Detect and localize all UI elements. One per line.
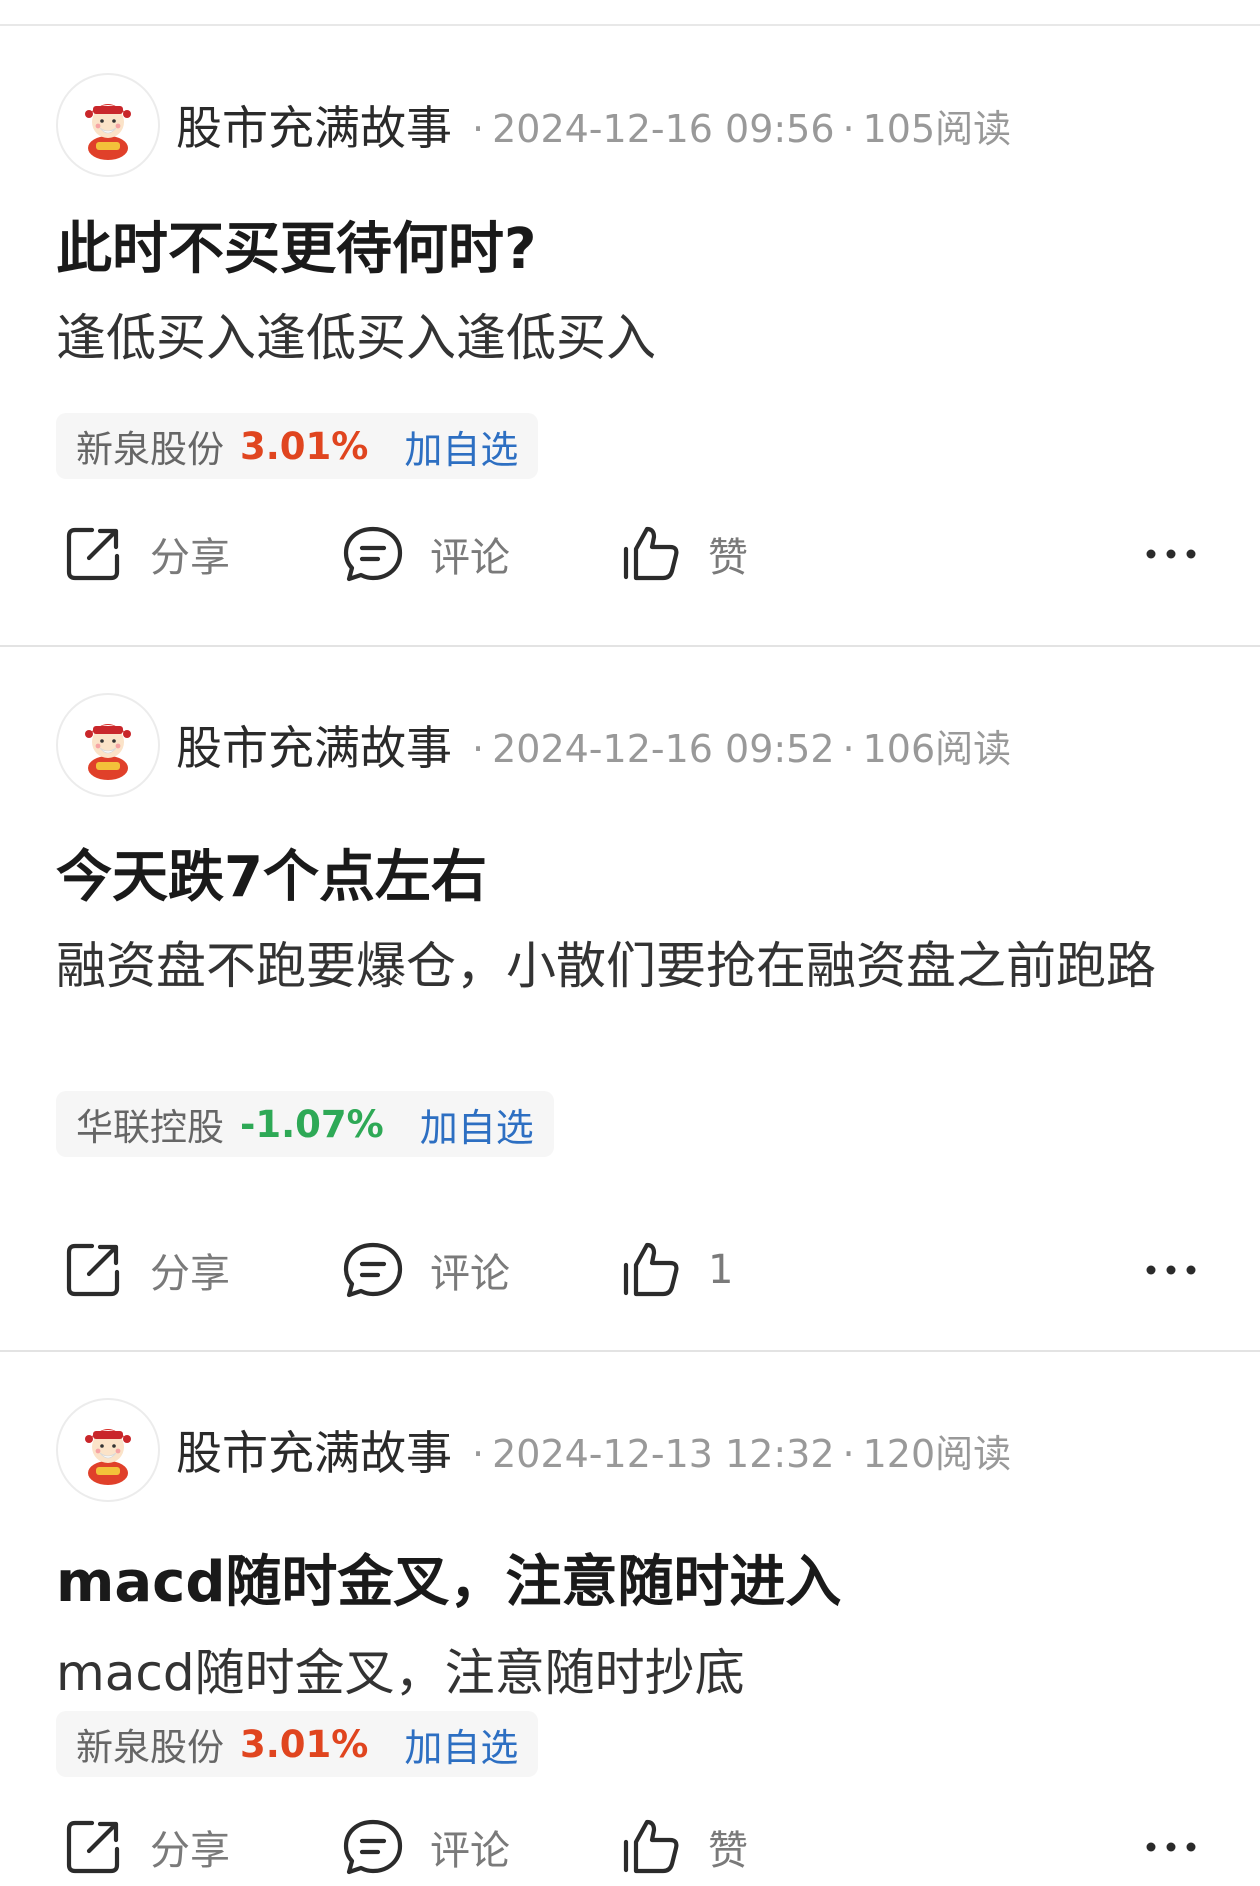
fortune-god-avatar-icon (85, 104, 131, 160)
more-options-button[interactable] (1136, 1230, 1206, 1310)
like-button[interactable]: 1 (618, 1230, 733, 1310)
thumbs-up-icon (623, 526, 679, 581)
post-title[interactable]: macd随时金叉，注意随时进入 (56, 1537, 841, 1618)
add-to-watchlist-button[interactable]: 加自选 (404, 1717, 518, 1772)
post-body[interactable]: 逢低买入逢低买入逢低买入 (56, 296, 1206, 380)
post-meta: · 2024-12-13 12:32 · 120阅读 (472, 1431, 1012, 1476)
share-out-icon (66, 1243, 120, 1297)
comment-button[interactable]: 评论 (340, 1807, 510, 1886)
share-button[interactable]: 分享 (60, 1807, 230, 1886)
comment-label: 评论 (430, 1251, 510, 1297)
author-name[interactable]: 股市充满故事 (176, 712, 452, 778)
comment-bubble-icon (343, 526, 403, 582)
more-options-button[interactable] (1136, 514, 1206, 594)
share-label: 分享 (150, 1828, 230, 1874)
like-label: 赞 (708, 535, 748, 581)
stock-change: 3.01% (240, 424, 369, 468)
author-row: 股市充满故事 · 2024-12-16 09:56 · 105阅读 (56, 73, 1011, 177)
comment-bubble-icon (343, 1242, 403, 1298)
post-timestamp: 2024-12-13 12:32 (492, 1431, 835, 1476)
stock-name[interactable]: 新泉股份 (76, 419, 224, 473)
fortune-god-avatar-icon (85, 1429, 131, 1485)
thumbs-up-icon (623, 1819, 679, 1874)
like-label: 1 (708, 1247, 734, 1293)
read-count: 105阅读 (862, 106, 1012, 151)
post-timestamp: 2024-12-16 09:56 (492, 106, 835, 151)
share-button[interactable]: 分享 (60, 514, 230, 594)
author-name[interactable]: 股市充满故事 (176, 1417, 452, 1483)
author-row: 股市充满故事 · 2024-12-16 09:52 · 106阅读 (56, 693, 1011, 797)
post-meta: · 2024-12-16 09:52 · 106阅读 (472, 726, 1012, 771)
add-to-watchlist-button[interactable]: 加自选 (404, 419, 518, 474)
comment-label: 评论 (430, 535, 510, 581)
stock-chip[interactable]: 新泉股份 3.01% 加自选 (56, 1711, 539, 1777)
author-avatar[interactable] (56, 1398, 160, 1502)
author-name[interactable]: 股市充满故事 (176, 92, 452, 158)
more-options-button[interactable] (1136, 1807, 1206, 1886)
comment-bubble-icon (343, 1819, 403, 1875)
stock-name[interactable]: 华联控股 (76, 1097, 224, 1151)
read-count: 106阅读 (862, 726, 1012, 771)
more-dots-icon (1146, 549, 1196, 559)
share-out-icon (66, 527, 120, 581)
post-body[interactable]: 融资盘不跑要爆仓，小散们要抢在融资盘之前跑路 (56, 924, 1206, 1008)
action-bar: 分享 评论 赞 (56, 1807, 1204, 1886)
more-dots-icon (1146, 1842, 1196, 1852)
comment-button[interactable]: 评论 (340, 1230, 510, 1310)
post-title[interactable]: 今天跌7个点左右 (56, 832, 487, 913)
stock-change: 3.01% (240, 1722, 369, 1766)
author-avatar[interactable] (56, 693, 160, 797)
action-bar: 分享 评论 1 (56, 1230, 1204, 1310)
author-avatar[interactable] (56, 73, 160, 177)
add-to-watchlist-button[interactable]: 加自选 (420, 1097, 534, 1152)
like-button[interactable]: 赞 (618, 1807, 748, 1886)
author-row: 股市充满故事 · 2024-12-13 12:32 · 120阅读 (56, 1398, 1011, 1502)
post-meta: · 2024-12-16 09:56 · 105阅读 (472, 106, 1012, 151)
post-feed: 股市充满故事 · 2024-12-16 09:56 · 105阅读 此时不买更待何时?… (0, 0, 1260, 1886)
share-out-icon (66, 1820, 120, 1874)
thumbs-up-icon (623, 1242, 679, 1297)
post-divider (0, 645, 1260, 647)
stock-chip[interactable]: 华联控股 -1.07% 加自选 (56, 1091, 554, 1157)
more-dots-icon (1146, 1265, 1196, 1275)
stock-name[interactable]: 新泉股份 (76, 1717, 224, 1771)
share-button[interactable]: 分享 (60, 1230, 230, 1310)
comment-button[interactable]: 评论 (340, 514, 510, 594)
read-count: 120阅读 (862, 1431, 1012, 1476)
stock-change: -1.07% (240, 1102, 384, 1146)
share-label: 分享 (150, 535, 230, 581)
comment-label: 评论 (430, 1828, 510, 1874)
stock-chip[interactable]: 新泉股份 3.01% 加自选 (56, 413, 539, 479)
post-body[interactable]: macd随时金叉，注意随时抄底 (56, 1631, 1206, 1715)
action-bar: 分享 评论 赞 (56, 514, 1204, 594)
fortune-god-avatar-icon (85, 724, 131, 780)
top-divider (0, 24, 1260, 26)
post-divider (0, 1350, 1260, 1352)
like-label: 赞 (708, 1828, 748, 1874)
post-timestamp: 2024-12-16 09:52 (492, 726, 835, 771)
share-label: 分享 (150, 1251, 230, 1297)
like-button[interactable]: 赞 (618, 514, 748, 594)
post-title[interactable]: 此时不买更待何时? (56, 204, 536, 285)
